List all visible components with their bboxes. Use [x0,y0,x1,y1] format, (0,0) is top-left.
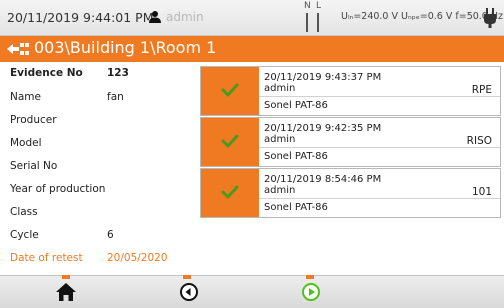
result-time: 20/11/2019 8:54:46 PM [264,174,382,185]
result-device: Sonel PAT-86 [264,202,328,213]
result-card[interactable]: 20/11/2019 9:42:35 PM admin Sonel PAT-86… [200,117,501,167]
result-device: Sonel PAT-86 [264,100,328,111]
phase-l-label: L [316,1,322,11]
result-user: admin [264,134,296,145]
title-bar: 003\Building 1\Room 1 [0,36,504,62]
field-evidence-no: Evidence No 123 [0,67,200,87]
result-device: Sonel PAT-86 [264,151,328,162]
field-serial-no: Serial No [0,160,200,180]
nav-marker [62,275,70,279]
status-user: admin [166,10,204,24]
field-model: Model [0,137,200,157]
result-type: RISO [466,135,492,147]
card-divider [259,96,500,97]
user-icon [149,11,161,23]
field-label: Evidence No [10,67,83,79]
result-type: 101 [471,186,492,198]
home-button[interactable] [54,281,78,303]
field-label: Class [10,206,38,218]
field-cycle: Cycle 6 [0,229,200,249]
location-tree-icon [7,43,29,55]
plug-icon [484,8,496,28]
field-label: Model [10,137,42,149]
page-title: 003\Building 1\Room 1 [34,38,217,57]
field-producer: Producer [0,114,200,134]
play-icon [302,283,320,301]
back-icon [180,283,198,301]
result-user: admin [264,83,296,94]
field-value: fan [107,91,124,103]
field-year-of-production: Year of production [0,183,200,203]
result-card[interactable]: 20/11/2019 8:54:46 PM admin Sonel PAT-86… [200,168,501,218]
card-divider [259,147,500,148]
result-time: 20/11/2019 9:42:35 PM [264,123,382,134]
result-type: RPE [471,84,492,96]
nav-marker [183,275,191,279]
card-divider [259,198,500,199]
bottom-nav-bar [0,275,504,308]
phase-n-label: N [304,1,311,11]
phase-l-line [317,13,319,32]
field-name: Name fan [0,91,200,111]
field-value: 6 [107,229,114,241]
field-label: Name [10,91,41,103]
phase-indicator: N L [303,1,325,33]
result-card[interactable]: 20/11/2019 9:43:37 PM admin Sonel PAT-86… [200,66,501,116]
pass-status [201,67,259,115]
field-value: 20/05/2020 [107,252,168,264]
field-label: Year of production [10,183,106,195]
next-button[interactable] [299,281,323,303]
check-icon [221,83,239,97]
home-icon [56,283,76,301]
field-value: 123 [107,67,129,79]
field-date-of-retest: Date of retest 20/05/2020 [0,252,200,272]
status-bar: 20/11/2019 9:44:01 PM admin N L Uₗₙ=240.… [0,0,504,36]
check-icon [221,134,239,148]
pass-status [201,169,259,217]
back-button[interactable] [177,281,201,303]
nav-marker [306,275,314,279]
result-user: admin [264,185,296,196]
field-label: Cycle [10,229,39,241]
field-label: Date of retest [10,252,83,264]
field-class: Class [0,206,200,226]
status-datetime: 20/11/2019 9:44:01 PM [7,10,154,25]
pass-status [201,118,259,166]
check-icon [221,185,239,199]
field-label: Producer [10,114,57,126]
status-voltage: Uₗₙ=240.0 V Uₙₚₑ=0.6 V f=50.0 Hz [341,11,503,22]
result-time: 20/11/2019 9:43:37 PM [264,72,382,83]
phase-n-line [306,13,308,32]
field-label: Serial No [10,160,58,172]
